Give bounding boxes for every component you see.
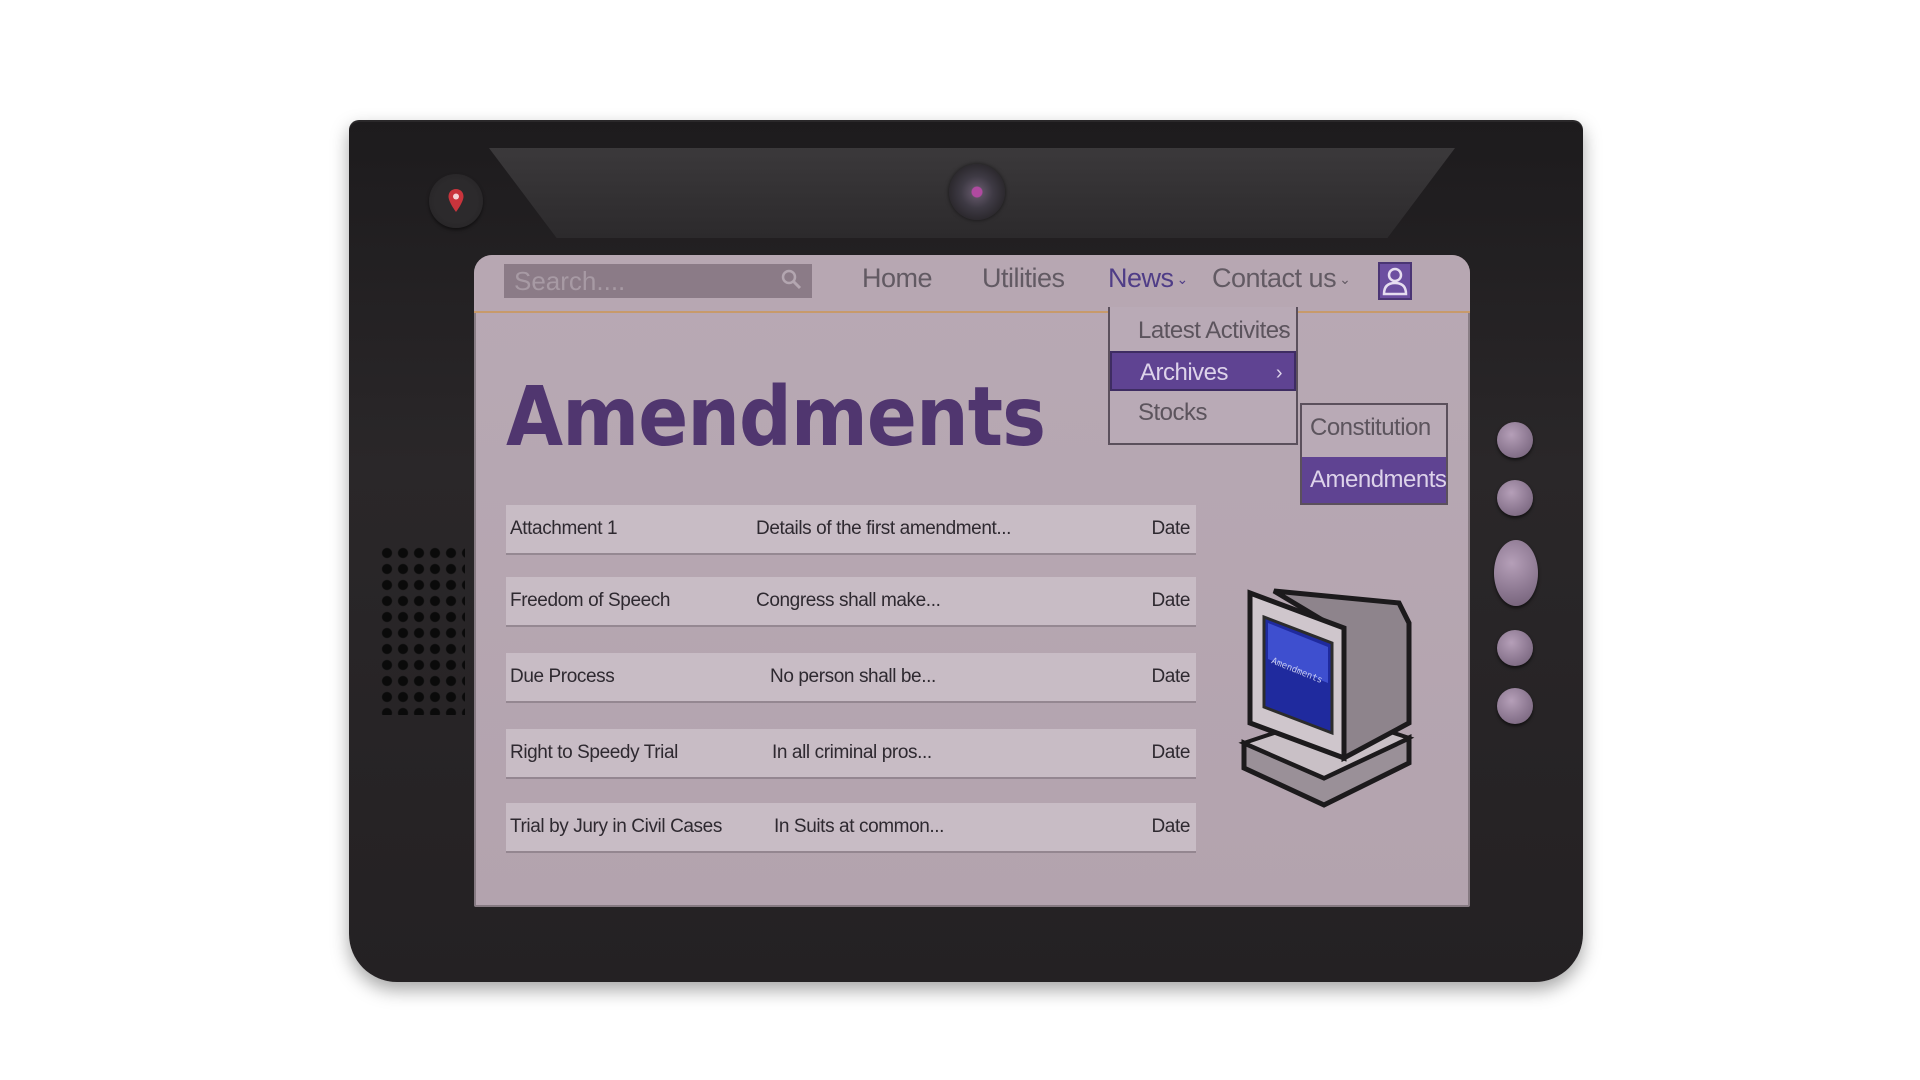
archives-submenu: Constitution Amendments xyxy=(1300,403,1448,505)
table-row[interactable]: Attachment 1 Details of the first amendm… xyxy=(506,505,1196,553)
row-summary: Congress shall make... xyxy=(756,590,941,611)
table-row[interactable]: Right to Speedy Trial In all criminal pr… xyxy=(506,729,1196,777)
chevron-right-icon: › xyxy=(1277,320,1285,342)
nav-home[interactable]: Home xyxy=(862,263,933,294)
device-screen: Home Utilities News⌄ Contact us⌄ Latest … xyxy=(474,255,1470,907)
retro-computer-icon: Amendments xyxy=(1238,588,1415,808)
news-dropdown-menu: Latest Activites › Archives › Stocks xyxy=(1108,307,1298,445)
row-date: Date xyxy=(1151,590,1190,611)
table-row[interactable]: Trial by Jury in Civil Cases In Suits at… xyxy=(506,803,1196,851)
row-date: Date xyxy=(1151,518,1190,539)
search-input[interactable] xyxy=(504,264,812,298)
submenu-item-amendments[interactable]: Amendments xyxy=(1302,457,1447,503)
camera-icon xyxy=(949,164,1005,220)
row-summary: In all criminal pros... xyxy=(772,742,932,763)
nav-utilities[interactable]: Utilities xyxy=(982,263,1065,294)
menu-item-label: Latest Activites xyxy=(1138,317,1291,344)
map-pin-icon xyxy=(429,174,483,228)
chevron-down-icon: ⌄ xyxy=(1339,271,1351,287)
menu-item-latest-activities[interactable]: Latest Activites › xyxy=(1110,311,1296,351)
row-date: Date xyxy=(1151,742,1190,763)
nav-news[interactable]: News ⌄ xyxy=(1108,263,1188,294)
chevron-down-icon: ⌄ xyxy=(1176,271,1189,287)
search-icon[interactable] xyxy=(780,268,802,295)
row-title: Freedom of Speech xyxy=(510,590,671,611)
row-summary: Details of the first amendment... xyxy=(756,518,1012,539)
row-date: Date xyxy=(1151,816,1190,837)
nav-contact-label: Contact us xyxy=(1212,263,1337,293)
menu-item-label: Archives xyxy=(1140,359,1229,386)
menu-item-stocks[interactable]: Stocks xyxy=(1110,393,1296,433)
row-summary: In Suits at common... xyxy=(774,816,945,837)
row-summary: No person shall be... xyxy=(770,666,936,687)
table-row[interactable]: Freedom of Speech Congress shall make...… xyxy=(506,577,1196,625)
submenu-item-constitution[interactable]: Constitution xyxy=(1302,405,1446,451)
menu-item-archives[interactable]: Archives › xyxy=(1110,351,1296,391)
row-date: Date xyxy=(1151,666,1190,687)
top-navigation: Home Utilities News⌄ Contact us⌄ xyxy=(474,255,1470,313)
menu-item-label: Stocks xyxy=(1138,399,1208,426)
speaker-grille xyxy=(379,545,465,715)
row-title: Due Process xyxy=(510,666,615,687)
user-profile-button[interactable] xyxy=(1378,262,1412,300)
side-button-main[interactable] xyxy=(1494,540,1538,606)
nav-contact[interactable]: Contact us ⌄ xyxy=(1212,263,1351,294)
page-title: Amendments xyxy=(506,370,1046,465)
table-row[interactable]: Due Process No person shall be... Date xyxy=(506,653,1196,701)
user-icon xyxy=(1382,267,1408,296)
side-button-2[interactable] xyxy=(1497,480,1533,516)
row-title: Right to Speedy Trial xyxy=(510,742,678,763)
row-title: Trial by Jury in Civil Cases xyxy=(510,816,722,837)
row-title: Attachment 1 xyxy=(510,518,618,539)
nav-news-label: News xyxy=(1108,263,1174,293)
chevron-right-icon: › xyxy=(1275,362,1283,384)
side-button-4[interactable] xyxy=(1497,688,1533,724)
side-button-3[interactable] xyxy=(1497,630,1533,666)
side-button-1[interactable] xyxy=(1497,422,1533,458)
